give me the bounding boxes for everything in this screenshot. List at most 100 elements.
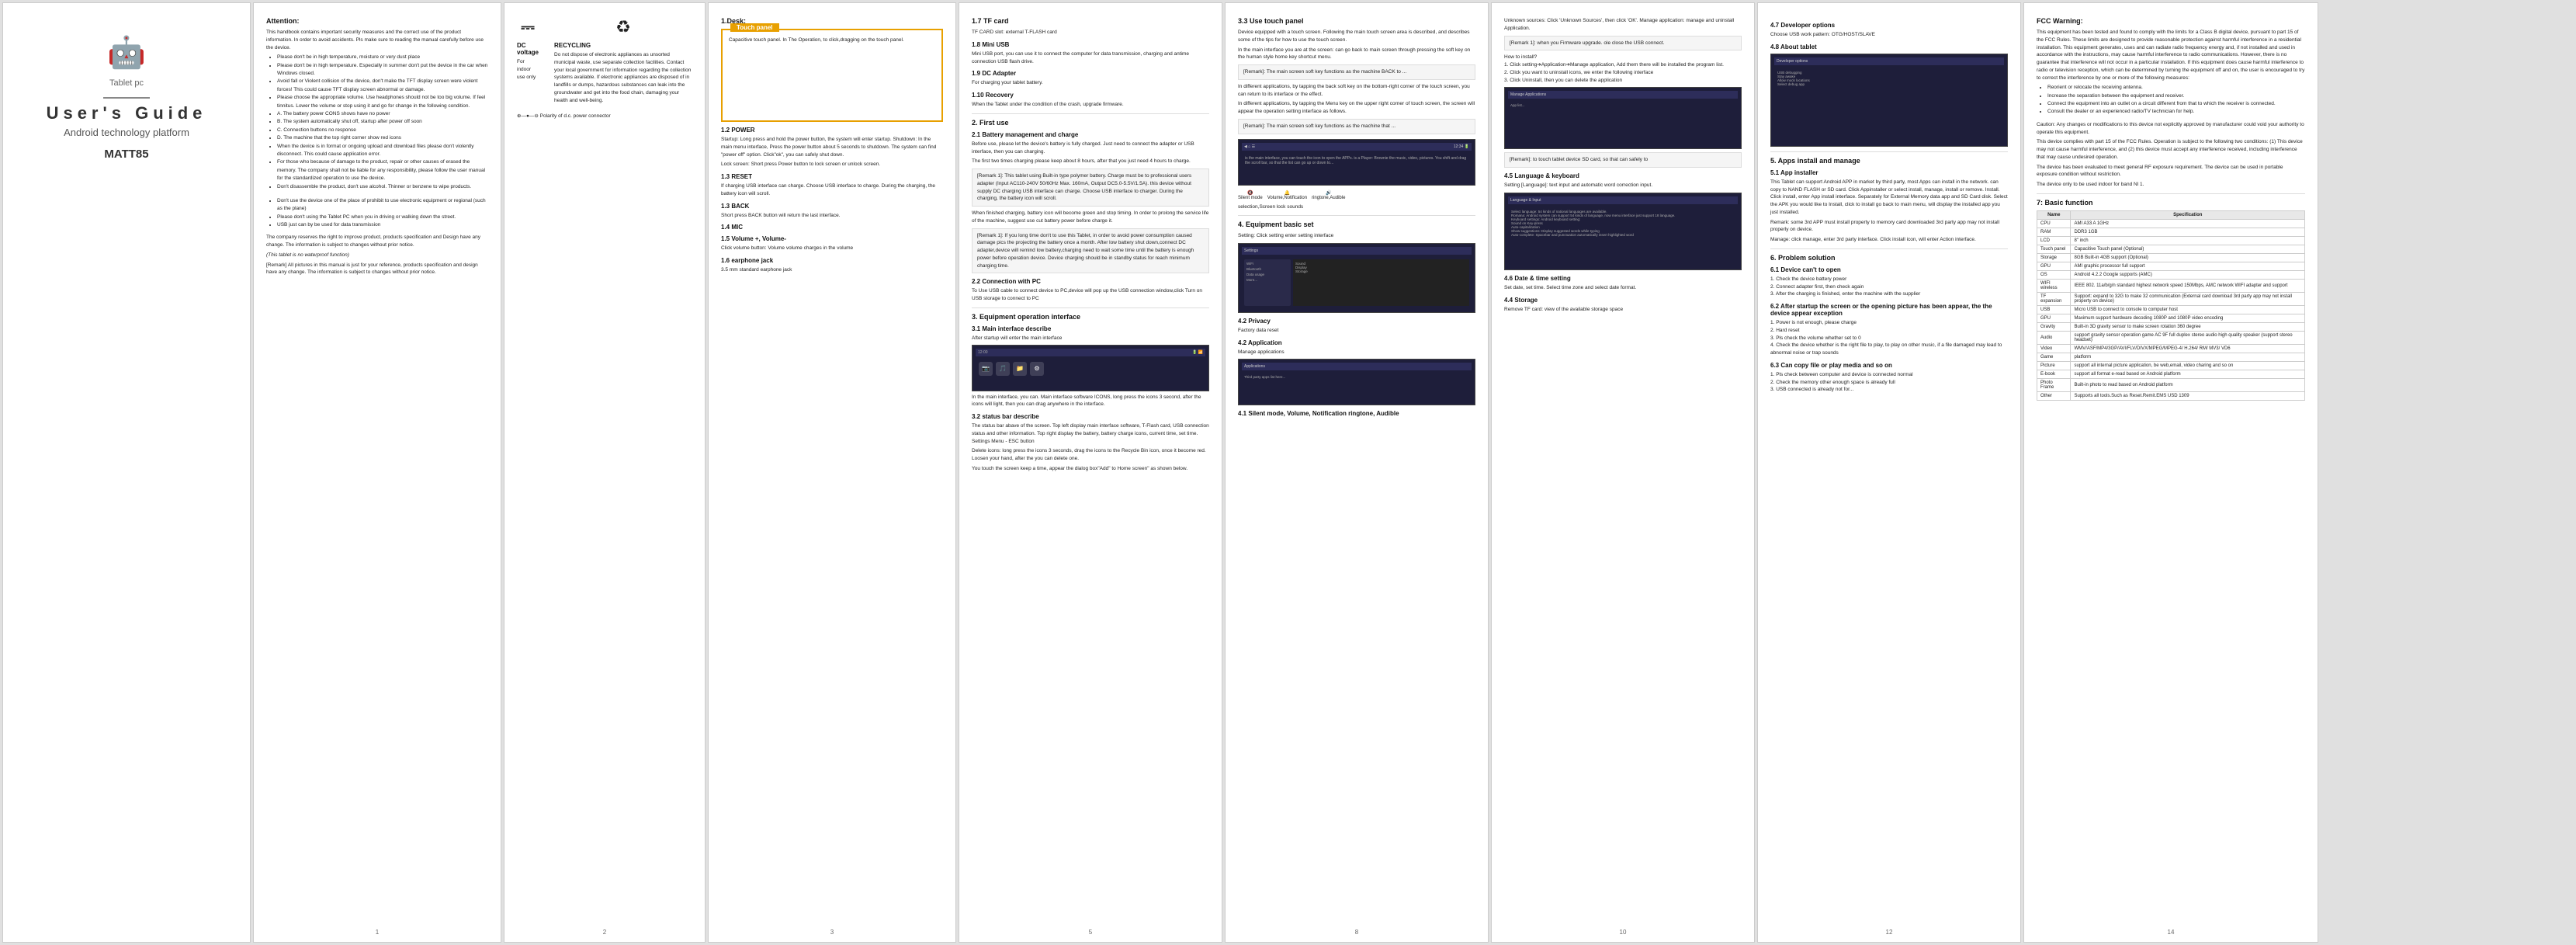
dc-section: ⎓ DC voltage For indoor use only xyxy=(517,17,539,83)
page-10-num: 10 xyxy=(1620,929,1627,936)
apps-title: 5. Apps install and manage xyxy=(1770,157,2008,165)
spec-audio-label: Audio xyxy=(2037,331,2071,344)
device-open-desc: 1. Check the device battery power 2. Con… xyxy=(1770,276,2008,298)
problem-title: 6. Problem solution xyxy=(1770,254,2008,262)
table-row: WIFI wireless IEEE 802. 11a/b/g/n standa… xyxy=(2037,279,2305,292)
adapter-heading: 1.9 DC Adapter xyxy=(972,70,1209,77)
about-heading: 4.8 About tablet xyxy=(1770,43,2008,50)
spec-storage-val: 8GB Built-in 4GB support (Optional) xyxy=(2071,253,2305,262)
table-row: LCD 8" inch xyxy=(2037,236,2305,245)
page-touch: 3.3 Use touch panel Device equipped with… xyxy=(1225,2,1489,943)
app-screen: Applications Third party apps list here.… xyxy=(1238,359,1475,405)
page-2-num: 2 xyxy=(603,929,606,936)
spec-game-val: platform xyxy=(2071,353,2305,361)
dc-icon: ⎓ xyxy=(517,17,539,37)
install-header: Manage Applications xyxy=(1508,91,1738,99)
mini-usb-desc: Mini USB port, you can use it to connect… xyxy=(972,50,1209,66)
app-icon-3: 📁 xyxy=(1013,362,1027,376)
language-screen: Language & Input Select language: 54 kin… xyxy=(1504,193,1742,270)
spec-touch-val: Capacitive Touch panel (Optional) xyxy=(2071,245,2305,253)
status-bar-desc: The status bar abave of the screen. Top … xyxy=(972,422,1209,445)
table-row: Photo Frame Built-in photo to read based… xyxy=(2037,378,2305,391)
language-desc: Setting [Language]: text input and autom… xyxy=(1504,182,1742,189)
dev-header: Developer options xyxy=(1774,57,2004,65)
main-interface-screen: 12:00 🔋 📶 📷 🎵 📁 ⚙ xyxy=(972,345,1209,391)
spec-ram-val: DDR3 1GB xyxy=(2071,228,2305,236)
privacy-desc: Factory data reset xyxy=(1238,327,1475,335)
screen-icons: 📷 🎵 📁 ⚙ xyxy=(976,359,1205,379)
page-firstuse: 1.7 TF card TF CARD slot: external T-FLA… xyxy=(959,2,1222,943)
spec-other-label: Other xyxy=(2037,391,2071,400)
startup-fail-desc: 1. Power is not enough, please charge 2.… xyxy=(1770,319,2008,357)
main-container: 🤖 Tablet pc User's Guide Android technol… xyxy=(0,0,2576,945)
back-heading: 1.3 BACK xyxy=(721,203,943,210)
table-row: TF expansion Support: expand to 32G to m… xyxy=(2037,292,2305,305)
remark-apps: Remark: some 3rd APP must install proper… xyxy=(1770,219,2008,235)
basic-function-title: 7: Basic function xyxy=(2037,199,2305,207)
settings-header: Settings xyxy=(1242,247,1472,255)
power-desc: Startup: Long press and hold the power b… xyxy=(721,136,943,158)
table-row: GPU AMI graphic processor full support xyxy=(2037,262,2305,270)
mic-heading: 1.4 MIC xyxy=(721,224,943,231)
spec-gpu2-val: Maximum support hardware decoding 1080P … xyxy=(2071,314,2305,322)
touch-remark: [Remark]: The main screen soft key funct… xyxy=(1238,64,1475,80)
tf-card-remark: [Remark]: to touch tablet device SD card… xyxy=(1504,152,1742,168)
page-attention: Attention: This handbook contains import… xyxy=(253,2,501,943)
table-row: Gravity Built-in 3D gravity sensor to ma… xyxy=(2037,322,2305,331)
spec-audio-val: support gravity sensor operation game AC… xyxy=(2071,331,2305,344)
application-desc: Manage applications xyxy=(1238,349,1475,356)
spec-ebook-label: E-book xyxy=(2037,370,2071,378)
main-interface-heading: 3.1 Main interface describe xyxy=(972,325,1209,332)
spec-storage-label: Storage xyxy=(2037,253,2071,262)
table-row: Audio support gravity sensor operation g… xyxy=(2037,331,2305,344)
operation-title: 3. Equipment operation interface xyxy=(972,313,1209,321)
language-content: Select language: 54 kinds of national la… xyxy=(1508,207,1738,240)
copy-file-heading: 6.3 Can copy file or play media and so o… xyxy=(1770,362,2008,369)
table-row: Touch panel Capacitive Touch panel (Opti… xyxy=(2037,245,2305,253)
touch-panel-box: Touch panel Capacitive touch panel. In T… xyxy=(721,29,943,122)
extra-bullets: Don't use the device one of the place of… xyxy=(266,197,488,276)
volume-heading: 1.5 Volume +, Volume- xyxy=(721,235,943,242)
tf-desc: TF CARD slot: external T-FLASH card xyxy=(972,29,1209,36)
spec-other-val: Supports all tools.Such as Reset.Remit.E… xyxy=(2071,391,2305,400)
fcc-rf: The device has been evaluated to meet ge… xyxy=(2037,164,2305,179)
volume-mode: 🔔Volume,Notification xyxy=(1267,190,1307,200)
developer-desc: Choose USB work pattern: OTG/HOST/SLAVE xyxy=(1770,31,2008,39)
table-row: Video WMV/ASF/MP4/3GP/AVI/FLV/DIVX/MPEG/… xyxy=(2037,344,2305,353)
dev-content: USB debugging Stay awake Allow mock loca… xyxy=(1774,68,2004,89)
fcc-part15: This device complies with part 15 of the… xyxy=(2037,138,2305,161)
table-row: Picture support all internal picture app… xyxy=(2037,361,2305,370)
settings-content: Sound Display Storage xyxy=(1293,259,1469,306)
battery-note2: [Remark 1]: If you long time don't to us… xyxy=(972,228,1209,274)
page-1-num: 1 xyxy=(376,929,379,936)
spec-game-label: Game xyxy=(2037,353,2071,361)
app-installer-heading: 5.1 App installer xyxy=(1770,169,2008,176)
page-12-num: 12 xyxy=(1886,929,1893,936)
touch-section-title: 3.3 Use touch panel xyxy=(1238,17,1475,25)
screen-header: 12:00 🔋 📶 xyxy=(976,349,1205,356)
spec-photo-frame-label: Photo Frame xyxy=(2037,378,2071,391)
app-icon-4: ⚙ xyxy=(1030,362,1044,376)
earphone-desc: 3.5 mm standard earphone jack xyxy=(721,266,943,274)
touch-section-desc: Device equipped with a touch screen. Fol… xyxy=(1238,29,1475,44)
app-installer-desc: This Tablet can support Android APP in m… xyxy=(1770,179,2008,217)
startup-fail-heading: 6.2 After startup the screen or the open… xyxy=(1770,303,2008,317)
fcc-title: FCC Warning: xyxy=(2037,17,2305,25)
battery-heading: 2.1 Battery management and charge xyxy=(972,131,1209,138)
reset-desc: If charging USB interface can charge. Ch… xyxy=(721,182,943,198)
col-name: Name xyxy=(2037,210,2071,219)
earphone-heading: 1.6 earphone jack xyxy=(721,257,943,264)
fcc-indoor: The device only to be used indoor for ba… xyxy=(2037,181,2305,189)
page-8-num: 8 xyxy=(1355,929,1358,936)
table-row: USB Micro USB to connect to console to c… xyxy=(2037,305,2305,314)
device-open-heading: 6.1 Device can't to open xyxy=(1770,266,2008,273)
page-storage: Unknown sources: Click 'Unknown Sources'… xyxy=(1491,2,1755,943)
status-bar-heading: 3.2 status bar describe xyxy=(972,413,1209,420)
back-desc: Short press BACK button will return the … xyxy=(721,212,943,220)
power-heading: 1.2 POWER xyxy=(721,127,943,134)
battery-note: [Remark 1]: This tablet using Built-in t… xyxy=(972,169,1209,207)
spec-gpu-val: AMI graphic processor full support xyxy=(2071,262,2305,270)
unknown-sources-desc: Unknown sources: Click 'Unknown Sources'… xyxy=(1504,17,1742,33)
date-time-desc: Set date, set time. Select time zone and… xyxy=(1504,284,1742,292)
fcc-desc: This equipment has been tested and found… xyxy=(2037,29,2305,82)
